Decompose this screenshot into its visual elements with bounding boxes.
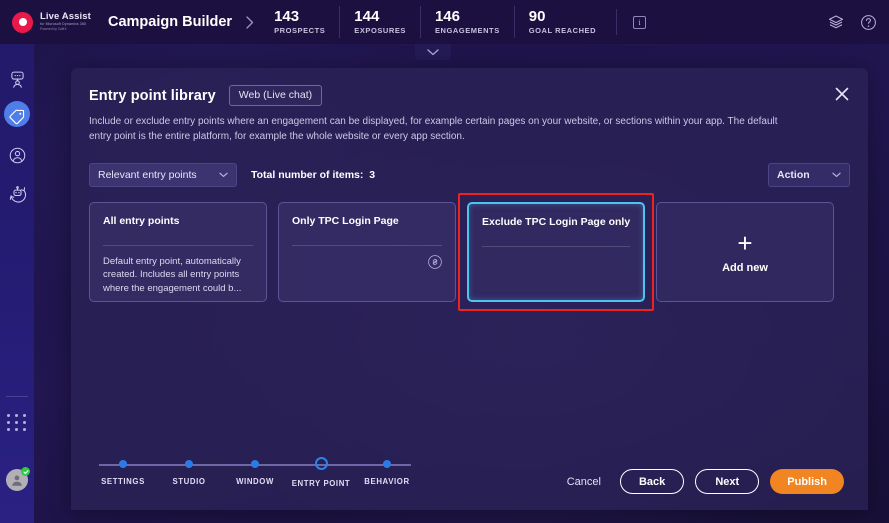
stepper-step-settings[interactable]: SETTINGS bbox=[91, 458, 155, 488]
step-dot bbox=[383, 460, 391, 468]
stat-engagements: 146 ENGAGEMENTS bbox=[421, 6, 515, 38]
add-new-label: Add new bbox=[722, 262, 768, 274]
product-logo[interactable]: Live Assist for Microsoft Dynamics 365 P… bbox=[0, 11, 96, 33]
selected-card-wrapper: Exclude TPC Login Page only bbox=[458, 193, 654, 311]
info-icon[interactable]: i bbox=[633, 15, 647, 29]
dialog-action-buttons: Cancel Back Next Publish bbox=[559, 469, 844, 494]
page-title: Entry point library bbox=[89, 87, 216, 104]
back-button[interactable]: Back bbox=[619, 469, 685, 494]
chevron-down-icon bbox=[832, 172, 841, 178]
card-divider bbox=[292, 245, 442, 246]
layers-icon[interactable] bbox=[828, 14, 844, 30]
sidebar-item-tags[interactable] bbox=[0, 98, 34, 136]
stat-prospects: 143 PROSPECTS bbox=[260, 6, 341, 38]
sidebar-item-profile[interactable] bbox=[0, 136, 34, 174]
campaign-stats: 143 PROSPECTS 144 EXPOSURES 146 ENGAGEME… bbox=[260, 6, 610, 38]
stat-label: GOAL REACHED bbox=[528, 26, 597, 36]
entry-point-library-dialog: Entry point library Web (Live chat) Incl… bbox=[71, 68, 868, 510]
card-title: All entry points bbox=[103, 215, 180, 227]
stat-value: 146 bbox=[434, 7, 460, 25]
help-icon[interactable] bbox=[860, 14, 877, 31]
entry-point-filter-select[interactable]: Relevant entry points bbox=[89, 163, 237, 187]
stat-value: 144 bbox=[354, 7, 380, 25]
step-label: STUDIO bbox=[172, 477, 206, 486]
sidebar-item-bot[interactable] bbox=[0, 174, 34, 212]
stat-label: PROSPECTS bbox=[274, 26, 326, 36]
chevron-down-icon bbox=[219, 172, 228, 178]
left-sidebar bbox=[0, 44, 34, 523]
stepper-step-entry-point[interactable]: ENTRY POINT bbox=[289, 457, 353, 488]
filter-toolbar: Relevant entry points Total number of it… bbox=[89, 163, 850, 187]
sidebar-divider bbox=[6, 396, 28, 397]
stat-value: 143 bbox=[274, 7, 300, 25]
cancel-button[interactable]: Cancel bbox=[559, 476, 609, 488]
stat-label: EXPOSURES bbox=[354, 26, 406, 36]
add-new-entry-point-card[interactable]: + Add new bbox=[656, 202, 834, 302]
logo-title: Live Assist bbox=[40, 11, 91, 23]
action-dropdown-label: Action bbox=[777, 169, 810, 181]
total-items-counter: Total number of items: 3 bbox=[251, 169, 375, 181]
entry-point-card[interactable]: Only TPC Login Page bbox=[278, 202, 456, 302]
wizard-stepper: SETTINGS STUDIO WINDOW ENTRY POINT BEHAV… bbox=[91, 457, 441, 488]
card-divider bbox=[482, 246, 630, 247]
grid-icon bbox=[7, 414, 27, 431]
entry-point-card[interactable]: All entry points Default entry point, au… bbox=[89, 202, 267, 302]
stat-goal-reached: 90 GOAL REACHED bbox=[515, 6, 610, 38]
step-dot bbox=[251, 460, 259, 468]
entry-point-filter-value: Relevant entry points bbox=[98, 169, 197, 181]
live-assist-logo-icon bbox=[12, 11, 33, 33]
publish-button[interactable]: Publish bbox=[770, 469, 844, 494]
step-label: BEHAVIOR bbox=[364, 477, 410, 486]
dialog-header: Entry point library Web (Live chat) bbox=[71, 68, 868, 106]
header-divider bbox=[616, 9, 618, 35]
step-dot bbox=[185, 460, 193, 468]
chevron-right-icon bbox=[246, 15, 254, 29]
breadcrumb[interactable]: Campaign Builder bbox=[108, 14, 232, 30]
next-button[interactable]: Next bbox=[695, 469, 760, 494]
card-description: Default entry point, automatically creat… bbox=[103, 256, 242, 294]
link-icon[interactable] bbox=[427, 254, 443, 275]
logo-subtitle-secondary: Powered by CaféX bbox=[40, 27, 67, 32]
sidebar-item-apps[interactable] bbox=[0, 414, 34, 431]
step-label: WINDOW bbox=[236, 477, 274, 486]
total-items-label: Total number of items: bbox=[251, 169, 364, 181]
stepper-step-studio[interactable]: STUDIO bbox=[157, 458, 221, 488]
app-root: Live Assist for Microsoft Dynamics 365 P… bbox=[0, 0, 889, 523]
plus-icon: + bbox=[737, 228, 753, 258]
stepper-step-behavior[interactable]: BEHAVIOR bbox=[355, 458, 419, 488]
entry-point-card-grid: All entry points Default entry point, au… bbox=[89, 193, 854, 311]
stat-label: ENGAGEMENTS bbox=[434, 26, 500, 36]
step-dot-current bbox=[314, 457, 328, 470]
card-title: Only TPC Login Page bbox=[292, 215, 399, 227]
step-label: ENTRY POINT bbox=[291, 479, 351, 488]
top-header-bar: Live Assist for Microsoft Dynamics 365 P… bbox=[0, 0, 889, 44]
close-icon[interactable] bbox=[830, 82, 854, 106]
channel-badge: Web (Live chat) bbox=[228, 85, 323, 106]
dialog-description: Include or exclude entry points where an… bbox=[89, 116, 778, 142]
card-title: Exclude TPC Login Page only bbox=[482, 216, 631, 228]
avatar[interactable] bbox=[6, 467, 30, 491]
sidebar-item-agent-chat[interactable] bbox=[0, 60, 34, 98]
total-items-value: 3 bbox=[369, 169, 376, 181]
card-divider bbox=[103, 245, 253, 246]
collapse-panel-button[interactable] bbox=[415, 44, 451, 60]
step-dot bbox=[119, 460, 127, 468]
logo-text-block: Live Assist for Microsoft Dynamics 365 P… bbox=[40, 12, 91, 31]
status-badge-online bbox=[21, 467, 30, 476]
header-actions bbox=[828, 14, 889, 31]
stat-exposures: 144 EXPOSURES bbox=[340, 6, 421, 38]
stepper-steps: SETTINGS STUDIO WINDOW ENTRY POINT BEHAV… bbox=[91, 457, 419, 488]
step-label: SETTINGS bbox=[101, 477, 145, 486]
action-dropdown[interactable]: Action bbox=[768, 163, 850, 187]
stepper-step-window[interactable]: WINDOW bbox=[223, 458, 287, 488]
dialog-footer: SETTINGS STUDIO WINDOW ENTRY POINT BEHAV… bbox=[71, 438, 868, 510]
entry-point-card-selected[interactable]: Exclude TPC Login Page only bbox=[467, 202, 645, 302]
stat-value: 90 bbox=[528, 7, 546, 25]
